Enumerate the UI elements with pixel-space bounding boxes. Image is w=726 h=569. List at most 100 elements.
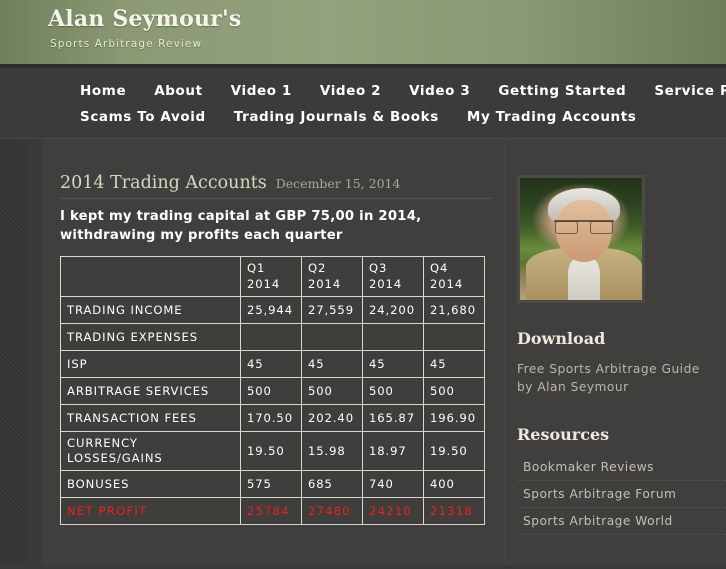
table-cell: 500 xyxy=(301,377,363,406)
table-cell: 500 xyxy=(362,377,424,406)
avatar-photo xyxy=(520,178,642,300)
glasses-icon xyxy=(554,220,614,234)
table-row: ARBITRAGE SERVICES 500 500 500 500 xyxy=(60,377,485,406)
row-label: ISP xyxy=(60,350,241,379)
table-cell: 21318 xyxy=(423,497,485,526)
site-header: Alan Seymour's Sports Arbitrage Review xyxy=(0,0,726,68)
header-year-label: 2014 xyxy=(308,276,342,291)
table-header-q1: Q1 2014 xyxy=(240,256,302,298)
table-cell: 400 xyxy=(423,470,485,499)
table-cell: 25,944 xyxy=(240,296,302,325)
row-label: CURRENCY LOSSES/GAINS xyxy=(60,431,241,472)
table-cell: 740 xyxy=(362,470,424,499)
content-panel: 2014 Trading Accounts December 15, 2014 … xyxy=(42,139,726,565)
nav-link-service-reviews[interactable]: Service Reviews xyxy=(654,83,726,99)
table-cell: 196.90 xyxy=(423,404,485,433)
table-cell xyxy=(362,323,424,352)
page-body: 2014 Trading Accounts December 15, 2014 … xyxy=(0,139,726,565)
table-cell: 45 xyxy=(423,350,485,379)
table-cell: 15.98 xyxy=(301,431,363,472)
table-header-row: Q1 2014 Q2 2014 Q3 2014 Q4 2014 xyxy=(60,256,485,298)
nav-link-scams-to-avoid[interactable]: Scams To Avoid xyxy=(80,109,206,125)
row-label: TRANSACTION FEES xyxy=(60,404,241,433)
header-quarter-label: Q3 xyxy=(369,261,388,276)
avatar-shirt-shape xyxy=(568,256,600,300)
table-cell: 500 xyxy=(240,377,302,406)
row-label: ARBITRAGE SERVICES xyxy=(60,377,241,406)
nav-row-primary: Home About Video 1 Video 2 Video 3 Getting St… xyxy=(0,78,726,104)
table-row: CURRENCY LOSSES/GAINS 19.50 15.98 18.97 19.50 xyxy=(60,431,485,472)
table-cell xyxy=(240,323,302,352)
table-cell: 25784 xyxy=(240,497,302,526)
table-header-q4: Q4 2014 xyxy=(423,256,485,298)
table-cell xyxy=(423,323,485,352)
table-cell: 19.50 xyxy=(423,431,485,472)
header-year-label: 2014 xyxy=(430,276,464,291)
table-cell: 21,680 xyxy=(423,296,485,325)
header-year-label: 2014 xyxy=(247,276,281,291)
nav-link-getting-started[interactable]: Getting Started xyxy=(498,83,626,99)
header-year-label: 2014 xyxy=(369,276,403,291)
header-quarter-label: Q4 xyxy=(430,261,449,276)
post-header: 2014 Trading Accounts December 15, 2014 xyxy=(60,173,492,199)
sidebar: Download Free Sports Arbitrage Guide by … xyxy=(505,139,726,565)
table-row: TRADING EXPENSES xyxy=(60,323,485,352)
nav-link-video-1[interactable]: Video 1 xyxy=(231,83,292,99)
table-row: TRADING INCOME 25,944 27,559 24,200 21,680 xyxy=(60,296,485,325)
table-row: BONUSES 575 685 740 400 xyxy=(60,470,485,499)
table-cell: 18.97 xyxy=(362,431,424,472)
table-header-q3: Q3 2014 xyxy=(362,256,424,298)
table-row: NET PROFIT 25784 27480 24210 21318 xyxy=(60,497,485,526)
resource-link-bookmaker-reviews[interactable]: Bookmaker Reviews xyxy=(517,454,726,481)
post-intro-text: I kept my trading capital at GBP 75,00 i… xyxy=(60,209,422,243)
site-tagline: Sports Arbitrage Review xyxy=(50,38,203,50)
table-head: Q1 2014 Q2 2014 Q3 2014 Q4 2014 xyxy=(60,256,485,298)
avatar xyxy=(517,175,645,303)
table-cell: 170.50 xyxy=(240,404,302,433)
main-navigation: Home About Video 1 Video 2 Video 3 Getting St… xyxy=(0,68,726,139)
article-column: 2014 Trading Accounts December 15, 2014 … xyxy=(60,173,492,526)
table-cell xyxy=(301,323,363,352)
post-date: December 15, 2014 xyxy=(275,176,401,191)
table-row: TRANSACTION FEES 170.50 202.40 165.87 196.90 xyxy=(60,404,485,433)
left-texture-strip xyxy=(0,139,28,565)
table-cell: 685 xyxy=(301,470,363,499)
resource-link-sports-arbitrage-world[interactable]: Sports Arbitrage World xyxy=(517,508,726,535)
resource-link-list: Bookmaker Reviews Sports Arbitrage Forum S… xyxy=(517,454,726,535)
table-cell: 27,559 xyxy=(301,296,363,325)
row-label: BONUSES xyxy=(60,470,241,499)
table-cell: 500 xyxy=(423,377,485,406)
table-cell: 45 xyxy=(301,350,363,379)
table-body: TRADING INCOME 25,944 27,559 24,200 21,680 TR… xyxy=(60,296,485,526)
nav-link-about[interactable]: About xyxy=(154,83,202,99)
table-cell: 27480 xyxy=(301,497,363,526)
page-title: 2014 Trading Accounts xyxy=(60,173,267,193)
header-quarter-label: Q2 xyxy=(308,261,327,276)
header-quarter-label: Q1 xyxy=(247,261,266,276)
nav-link-video-2[interactable]: Video 2 xyxy=(320,83,381,99)
nav-link-video-3[interactable]: Video 3 xyxy=(409,83,470,99)
table-corner-cell xyxy=(60,256,241,298)
download-description: Free Sports Arbitrage Guide by Alan Seym… xyxy=(517,362,700,395)
table-row: ISP 45 45 45 45 xyxy=(60,350,485,379)
row-label: NET PROFIT xyxy=(60,497,241,526)
nav-link-trading-journals-books[interactable]: Trading Journals & Books xyxy=(234,109,439,125)
download-heading: Download xyxy=(517,329,606,348)
table-cell: 202.40 xyxy=(301,404,363,433)
resources-heading: Resources xyxy=(517,424,610,444)
nav-link-home[interactable]: Home xyxy=(80,83,126,99)
row-label: TRADING EXPENSES xyxy=(60,323,241,352)
row-label: TRADING INCOME xyxy=(60,296,241,325)
table-cell: 24,200 xyxy=(362,296,424,325)
table-cell: 45 xyxy=(240,350,302,379)
resource-link-sports-arbitrage-forum[interactable]: Sports Arbitrage Forum xyxy=(517,481,726,508)
nav-row-secondary: Scams To Avoid Trading Journals & Books My… xyxy=(0,104,726,130)
nav-link-my-trading-accounts[interactable]: My Trading Accounts xyxy=(467,109,637,125)
table-cell: 45 xyxy=(362,350,424,379)
table-cell: 165.87 xyxy=(362,404,424,433)
table-cell: 575 xyxy=(240,470,302,499)
table-header-q2: Q2 2014 xyxy=(301,256,363,298)
site-title: Alan Seymour's xyxy=(48,6,242,32)
table-cell: 19.50 xyxy=(240,431,302,472)
trading-accounts-table: Q1 2014 Q2 2014 Q3 2014 Q4 2014 TRADING INCOME 2… xyxy=(60,256,485,526)
